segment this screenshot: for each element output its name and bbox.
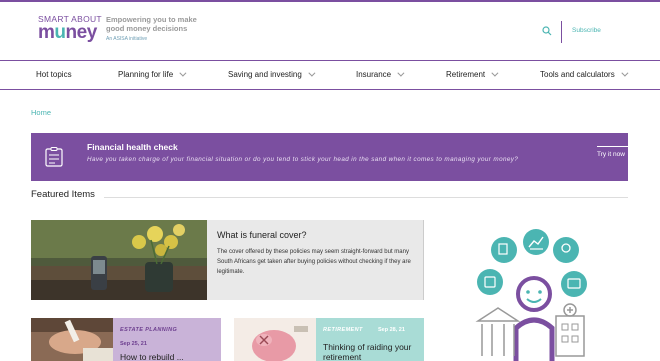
chevron-down-icon xyxy=(491,69,499,77)
financial-wellness-illustration xyxy=(475,229,587,361)
banner-text: Have you taken charge of your financial … xyxy=(87,156,519,163)
nav-saving-and-investing[interactable]: Saving and investing xyxy=(228,69,316,79)
chevron-down-icon xyxy=(397,69,405,77)
featured-card-funeral-cover[interactable]: What is funeral cover? The cover offered… xyxy=(31,220,424,300)
card-title: Thinking of raiding your retirement xyxy=(323,342,412,361)
tagline: Empowering you to make good money decisi… xyxy=(106,15,206,42)
card-retirement[interactable]: RETIREMENT Sep 28, 21 Thinking of raidin… xyxy=(234,318,424,361)
nav-retirement[interactable]: Retirement xyxy=(446,69,499,79)
card-info: RETIREMENT Sep 28, 21 Thinking of raidin… xyxy=(316,318,424,361)
site-header: SMART ABOUT muney Empowering you to make… xyxy=(0,2,660,60)
try-it-now-link[interactable]: Try it now xyxy=(597,146,649,158)
card-title: How to rebuild ... xyxy=(120,352,184,361)
card-date: Sep 25, 21 xyxy=(120,341,147,347)
nav-planning-for-life[interactable]: Planning for life xyxy=(118,69,187,79)
featured-heading: Featured Items xyxy=(31,189,95,200)
chevron-down-icon xyxy=(308,69,316,77)
card-image-piggy-bank xyxy=(234,318,316,361)
sub-tagline: An ASISA initiative xyxy=(106,36,148,42)
card-category: RETIREMENT xyxy=(323,327,363,333)
site-logo[interactable]: SMART ABOUT muney xyxy=(38,14,104,46)
card-estate-planning[interactable]: ESTATE PLANNING Sep 25, 21 How to rebuil… xyxy=(31,318,221,361)
card-image-estate xyxy=(31,318,113,361)
banner-title: Financial health check xyxy=(87,142,178,152)
header-divider xyxy=(561,21,562,43)
card-info: ESTATE PLANNING Sep 25, 21 How to rebuil… xyxy=(113,318,221,361)
featured-card-body: The cover offered by these policies may … xyxy=(217,249,411,275)
featured-card-title: What is funeral cover? xyxy=(217,230,307,240)
featured-image-flowers xyxy=(31,220,207,300)
chevron-down-icon xyxy=(621,69,629,77)
card-date: Sep 28, 21 xyxy=(378,327,405,333)
subscribe-link[interactable]: Subscribe xyxy=(572,27,601,34)
nav-tools-and-calculators[interactable]: Tools and calculators xyxy=(540,69,629,79)
tagline-text: Empowering you to make good money decisi… xyxy=(106,15,197,33)
nav-insurance[interactable]: Insurance xyxy=(356,69,405,79)
breadcrumb-home[interactable]: Home xyxy=(31,108,51,117)
search-icon[interactable] xyxy=(542,26,552,36)
checklist-icon xyxy=(45,147,63,167)
logo-line-2: muney xyxy=(38,22,97,43)
main-nav: Hot topics Planning for life Saving and … xyxy=(0,60,660,90)
health-check-banner: Financial health check Have you taken ch… xyxy=(31,133,649,181)
chevron-down-icon xyxy=(179,69,187,77)
nav-hot-topics[interactable]: Hot topics xyxy=(36,70,72,79)
featured-divider xyxy=(104,197,628,198)
card-category: ESTATE PLANNING xyxy=(120,327,178,333)
